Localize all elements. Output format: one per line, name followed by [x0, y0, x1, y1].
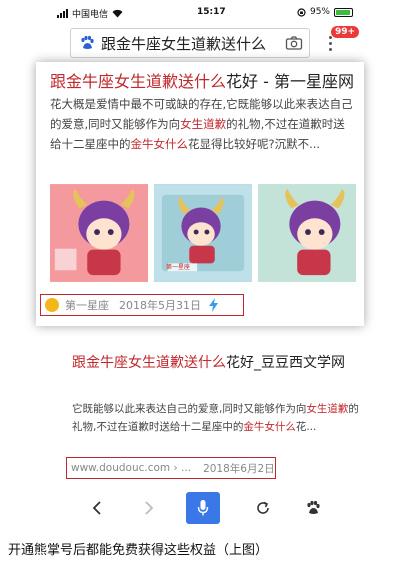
description-text: 花...	[295, 421, 317, 433]
paw-icon	[307, 500, 320, 514]
result-2-title-rest: 花好_豆豆西文学网	[226, 355, 345, 371]
highlighted-text: 金牛女什么	[243, 421, 296, 433]
search-bar[interactable]: 跟金牛座女生道歉送什么	[70, 28, 310, 58]
back-arrow-icon	[92, 501, 101, 515]
result-1-thumbnails: 第一星座	[50, 184, 356, 282]
signal-icon	[57, 9, 68, 18]
result-1-meta: 第一星座 2018年5月31日	[40, 294, 244, 316]
baidu-paw-icon	[81, 35, 94, 49]
result-2-title[interactable]: 跟金牛座女生道歉送什么花好_豆豆西文学网	[72, 352, 362, 374]
image-caption: 开通熊掌号后都能免费获得这些权益（上图）	[8, 543, 269, 558]
baidu-home-button[interactable]	[296, 492, 330, 524]
cartoon-girl-image	[258, 184, 356, 282]
search-query[interactable]: 跟金牛座女生道歉送什么	[101, 33, 285, 54]
thumbnail-2[interactable]: 第一星座	[154, 184, 252, 282]
result-2-url[interactable]: www.doudouc.com › ...	[71, 462, 191, 474]
highlighted-text: 金牛女什么	[130, 137, 189, 151]
rotation-lock-icon	[297, 7, 306, 17]
highlighted-text: 女生道歉	[306, 403, 349, 415]
refresh-button[interactable]	[246, 492, 280, 524]
result-1-title-rest: 花好 - 第一星座网	[226, 72, 354, 91]
site-logo-icon	[45, 298, 59, 312]
result-1-title[interactable]: 跟金牛座女生道歉送什么花好 - 第一星座网	[50, 68, 354, 92]
status-time: 15:17	[197, 7, 226, 17]
description-text: 它既能够以此来表达自己的爱意,同时又能够作为向	[72, 403, 307, 415]
result-2-date: 2018年6月2日	[203, 462, 275, 475]
microphone-icon	[197, 500, 209, 516]
thumbnail-1[interactable]	[50, 184, 148, 282]
result-2-description: 它既能够以此来表达自己的爱意,同时又能够作为向女生道歉的礼物,不过在道歉时送给十…	[72, 400, 362, 436]
thumbnail-caption: 第一星座	[166, 264, 191, 271]
voice-search-button[interactable]	[186, 492, 220, 524]
result-2-title-highlight: 跟金牛座女生道歉送什么	[72, 355, 226, 371]
battery-icon	[334, 7, 353, 17]
result-1-title-highlight: 跟金牛座女生道歉送什么	[50, 72, 227, 91]
refresh-icon	[257, 501, 269, 514]
status-bar: 中国电信 15:17 95%	[57, 6, 353, 20]
result-1-date: 2018年5月31日	[119, 299, 201, 312]
highlighted-text: 女生道歉	[180, 117, 227, 131]
result-1-source: 第一星座	[65, 299, 109, 312]
wifi-icon	[112, 9, 123, 18]
result-1-description: 花大概是爱情中最不可或缺的存在,它既能够以此来表达自己的爱意,同时又能够作为向女…	[50, 94, 354, 154]
phone-screen: 中国电信 15:17 95% 跟金牛座女生道歉送什么 99+ 跟金牛座女生道歉送…	[0, 0, 398, 527]
back-button[interactable]	[80, 492, 114, 524]
result-2-meta: www.doudouc.com › ... 2018年6月2日	[66, 457, 276, 479]
carrier-label: 中国电信	[72, 10, 109, 20]
status-left: 中国电信	[57, 7, 123, 20]
cartoon-girl-image	[50, 184, 148, 282]
bottom-nav	[60, 492, 350, 524]
more-icon[interactable]	[329, 36, 333, 54]
battery-fill	[336, 9, 351, 15]
description-text: 花显得比较好呢?沉默不...	[188, 137, 321, 151]
forward-button[interactable]	[132, 492, 166, 524]
result-card-1[interactable]: 跟金牛座女生道歉送什么花好 - 第一星座网 花大概是爱情中最不可或缺的存在,它既…	[36, 62, 364, 326]
status-right: 95%	[297, 7, 353, 17]
battery-percent: 95%	[309, 7, 330, 17]
forward-arrow-icon	[145, 501, 154, 515]
thumbnail-3[interactable]	[258, 184, 356, 282]
notification-badge: 99+	[331, 26, 360, 38]
lightning-icon	[209, 298, 218, 312]
camera-icon[interactable]	[285, 35, 303, 51]
